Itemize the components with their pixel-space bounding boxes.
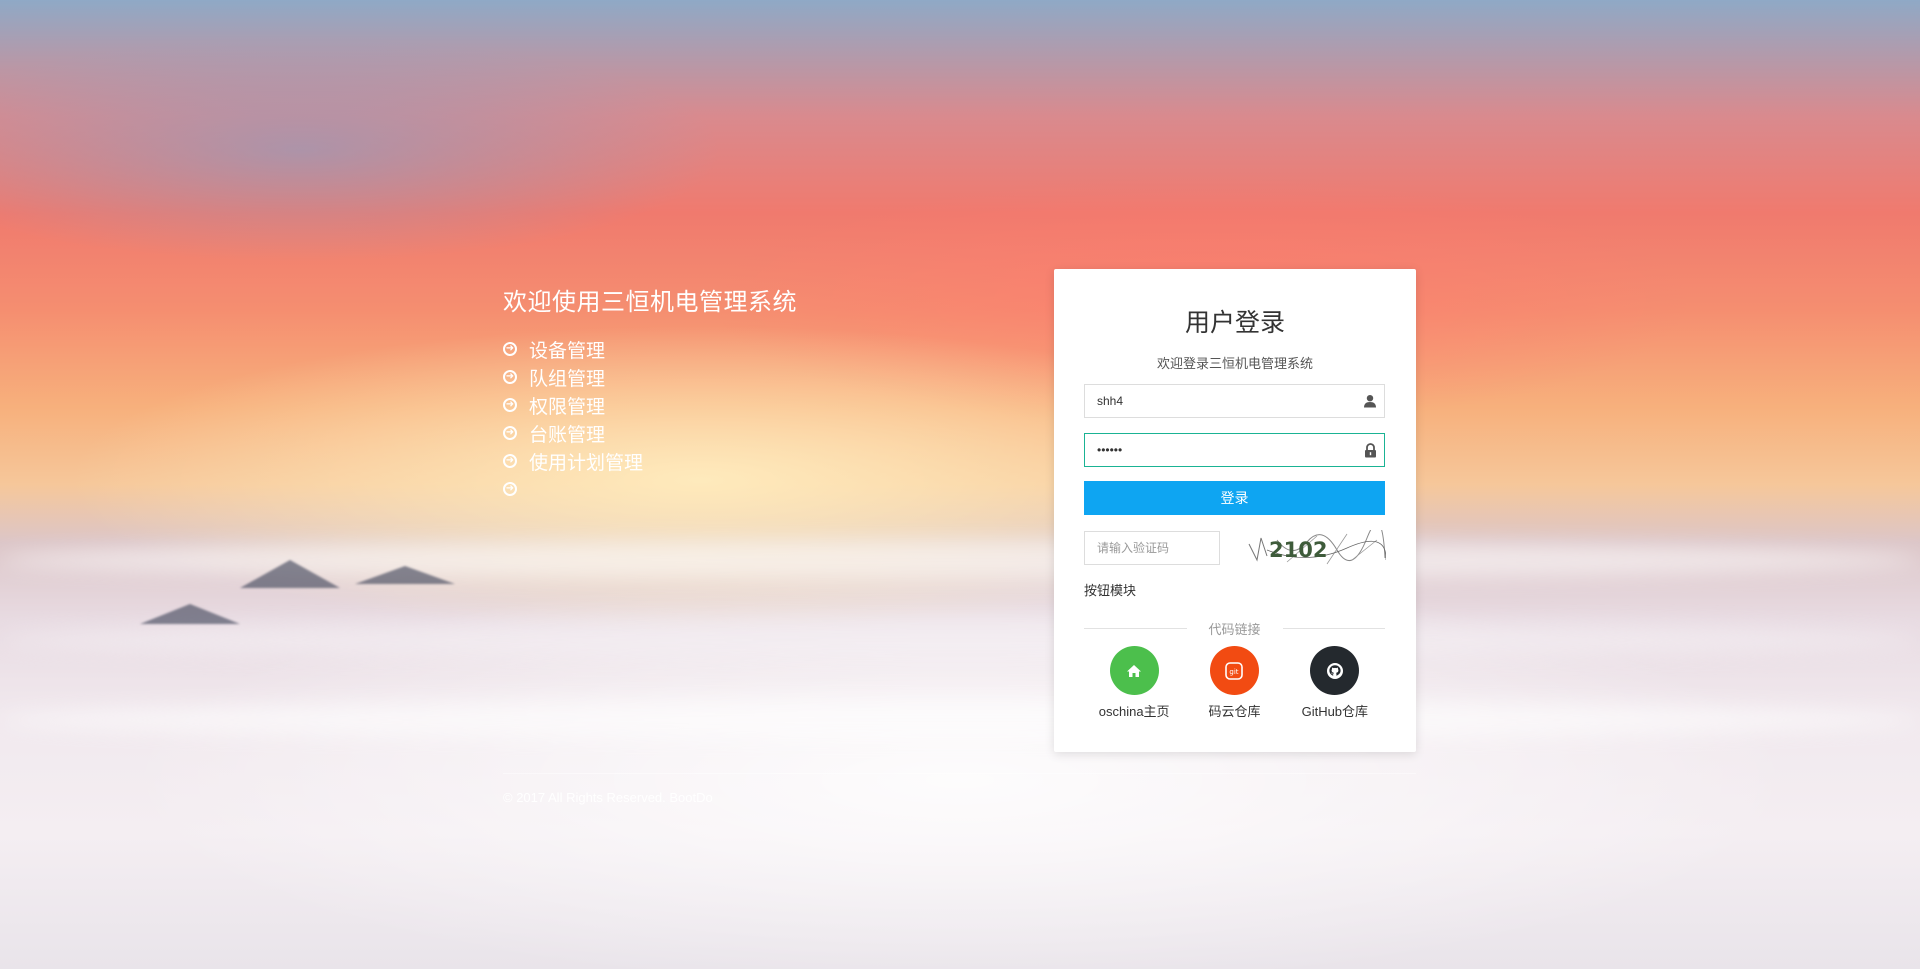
feature-item: ➜ 权限管理 [503,391,797,419]
feature-label: 队组管理 [529,368,606,390]
username-field [1084,384,1385,418]
home-icon[interactable] [1109,646,1159,695]
intro-section: 欢迎使用三恒机电管理系统 ➜ 设备管理 ➜ 队组管理 ➜ 权限管理 ➜ 台账管理… [503,282,797,503]
divider-label: 代码链接 [1208,622,1261,637]
github-icon[interactable] [1310,646,1360,695]
button-module-label: 按钮模块 [1084,583,1137,598]
arrow-circle-right-icon: ➜ [503,482,517,496]
background-scenery [0,0,1920,969]
footer-divider [503,773,1416,774]
cloud-layer [0,620,1920,660]
link-label: 码云仓库 [1208,704,1261,719]
mountain-silhouette [355,566,455,584]
link-label: GitHub仓库 [1301,704,1369,719]
divider-line [1084,628,1187,629]
footer-copyright: © 2017 All Rights Reserved. BootDo [503,790,713,805]
arrow-circle-right-icon: ➜ [503,426,517,440]
feature-label: 设备管理 [529,340,606,362]
mountain-silhouette [240,560,340,588]
arrow-circle-right-icon: ➜ [503,370,517,384]
login-panel: 用户登录 欢迎登录三恒机电管理系统 登录 2 [1054,269,1416,752]
lock-icon [1356,442,1384,458]
captcha-input[interactable] [1084,531,1220,565]
gitee-link[interactable]: git 码云仓库 [1184,646,1284,720]
captcha-text: 2102 [1269,538,1327,562]
code-links-divider: 代码链接 [1084,619,1386,638]
github-link[interactable]: GitHub仓库 [1285,646,1385,720]
feature-label: 台账管理 [529,424,606,446]
intro-title: 欢迎使用三恒机电管理系统 [503,289,797,316]
login-subtitle: 欢迎登录三恒机电管理系统 [1156,356,1313,371]
password-field [1084,433,1385,467]
feature-list: ➜ 设备管理 ➜ 队组管理 ➜ 权限管理 ➜ 台账管理 ➜ 使用计划管理 ➜ [503,335,797,503]
feature-label: 使用计划管理 [529,452,644,474]
code-links: oschina主页 git 码云仓库 GitHub仓库 [1084,646,1385,720]
arrow-circle-right-icon: ➜ [503,454,517,468]
login-title: 用户登录 [1184,309,1285,337]
arrow-circle-right-icon: ➜ [503,398,517,412]
feature-item: ➜ 队组管理 [503,363,797,391]
link-label: oschina主页 [1098,704,1170,719]
captcha-image[interactable]: 2102 [1247,530,1386,568]
divider-line [1282,628,1386,629]
feature-label: 权限管理 [529,396,606,418]
username-input[interactable] [1085,385,1356,417]
feature-item: ➜ 使用计划管理 [503,447,797,475]
arrow-circle-right-icon: ➜ [503,342,517,356]
password-input[interactable] [1085,434,1356,466]
login-button[interactable]: 登录 [1084,481,1385,515]
feature-item: ➜ 台账管理 [503,419,797,447]
cloud-layer [0,700,1920,740]
gitee-icon[interactable]: git [1209,646,1259,695]
svg-text:git: git [1230,668,1239,676]
feature-item: ➜ 设备管理 [503,335,797,363]
feature-item: ➜ [503,475,797,503]
user-icon [1356,394,1384,408]
oschina-link[interactable]: oschina主页 [1084,646,1184,720]
mountain-silhouette [140,604,240,624]
